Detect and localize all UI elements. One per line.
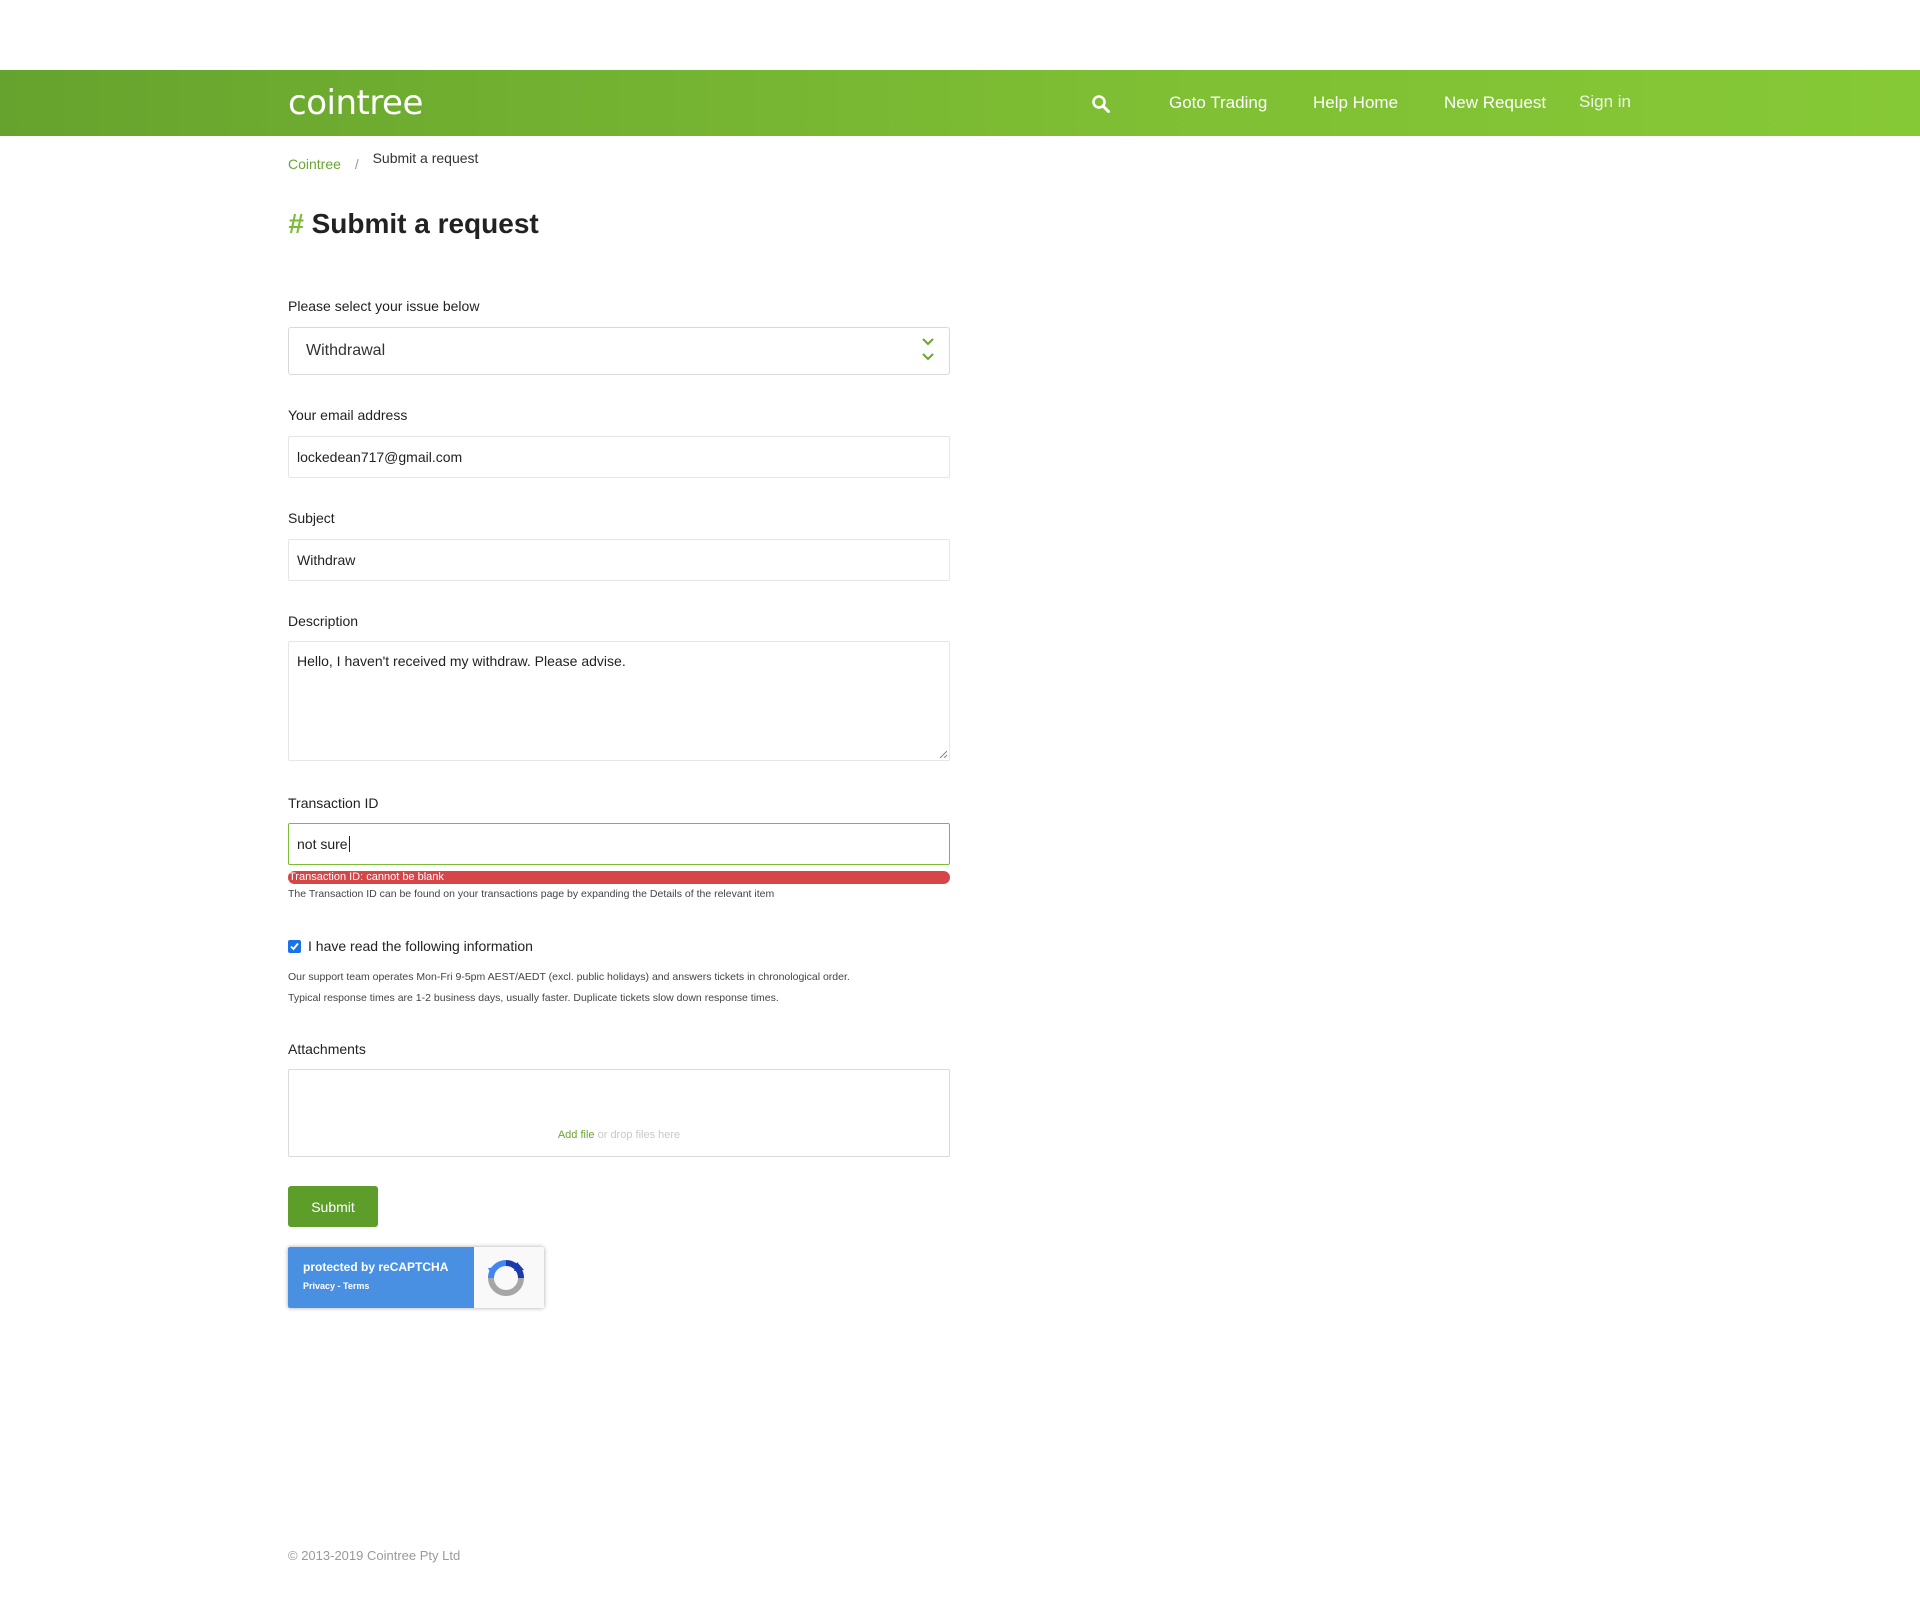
chevron-down-icon [922, 338, 934, 361]
recaptcha-terms-link[interactable]: Terms [343, 1281, 369, 1291]
description-value: Hello, I haven't received my withdraw. P… [297, 653, 626, 669]
support-info-line-2: Typical response times are 1-2 business … [288, 992, 779, 1004]
checkmark-icon [290, 942, 299, 951]
attachments-label: Attachments [288, 1041, 366, 1057]
recaptcha-panel: protected by reCAPTCHA Privacy - Terms [288, 1247, 474, 1308]
transaction-id-field[interactable]: not sure [288, 823, 950, 865]
cointree-logo[interactable]: cointree [288, 78, 423, 128]
subject-field[interactable]: Withdraw [288, 539, 950, 581]
footer-copyright: © 2013-2019 Cointree Pty Ltd [288, 1548, 461, 1563]
breadcrumb-home-link[interactable]: Cointree [288, 156, 341, 172]
email-label: Your email address [288, 407, 408, 423]
nav-goto-trading[interactable]: Goto Trading [1169, 91, 1267, 115]
dropzone-text: Add file or drop files here [289, 1128, 949, 1142]
transaction-id-hint: The Transaction ID can be found on your … [288, 888, 775, 900]
nav-new-request[interactable]: New Request [1444, 91, 1546, 115]
issue-selected-value: Withdrawal [306, 342, 386, 359]
attachments-dropzone[interactable]: Add file or drop files here [288, 1069, 950, 1157]
hash-icon: # [288, 208, 304, 239]
support-info-line-1: Our support team operates Mon-Fri 9-5pm … [288, 971, 850, 983]
recaptcha-icon [488, 1260, 524, 1296]
email-field[interactable]: lockedean717@gmail.com [288, 436, 950, 478]
add-file-link[interactable]: Add file [558, 1129, 595, 1141]
submit-button[interactable]: Submit [288, 1186, 378, 1227]
transaction-id-value: not sure [297, 836, 348, 852]
drop-files-hint: or drop files here [594, 1129, 681, 1141]
page-title: # Submit a request [288, 206, 539, 242]
issue-label: Please select your issue below [288, 298, 480, 314]
acknowledge-checkbox[interactable] [288, 940, 301, 953]
page-title-text: Submit a request [311, 208, 539, 239]
breadcrumb: Cointree / Submit a request [288, 150, 478, 174]
issue-select[interactable]: Withdrawal [288, 327, 950, 375]
nav-sign-in[interactable]: Sign in [1579, 90, 1631, 114]
subject-value: Withdraw [297, 552, 356, 568]
resize-grip-icon[interactable] [939, 750, 947, 758]
recaptcha-link-separator: - [335, 1281, 344, 1291]
acknowledge-label: I have read the following information [308, 938, 533, 954]
breadcrumb-current: Submit a request [372, 150, 479, 166]
breadcrumb-separator: / [354, 156, 359, 172]
description-label: Description [288, 613, 359, 629]
recaptcha-links: Privacy - Terms [303, 1280, 369, 1292]
email-value: lockedean717@gmail.com [297, 449, 463, 465]
nav-help-home[interactable]: Help Home [1313, 91, 1398, 115]
search-icon[interactable] [1091, 94, 1111, 114]
site-header: cointree Goto Trading Help Home New Requ… [0, 70, 1920, 136]
recaptcha-title: protected by reCAPTCHA [303, 1260, 449, 1274]
transaction-id-label: Transaction ID [288, 795, 379, 811]
recaptcha-privacy-link[interactable]: Privacy [303, 1281, 335, 1291]
text-caret [348, 836, 350, 852]
description-textarea[interactable]: Hello, I haven't received my withdraw. P… [288, 641, 950, 761]
transaction-id-error: Transaction ID: cannot be blank [288, 871, 950, 884]
recaptcha-badge[interactable]: protected by reCAPTCHA Privacy - Terms [288, 1247, 544, 1308]
subject-label: Subject [288, 510, 335, 526]
